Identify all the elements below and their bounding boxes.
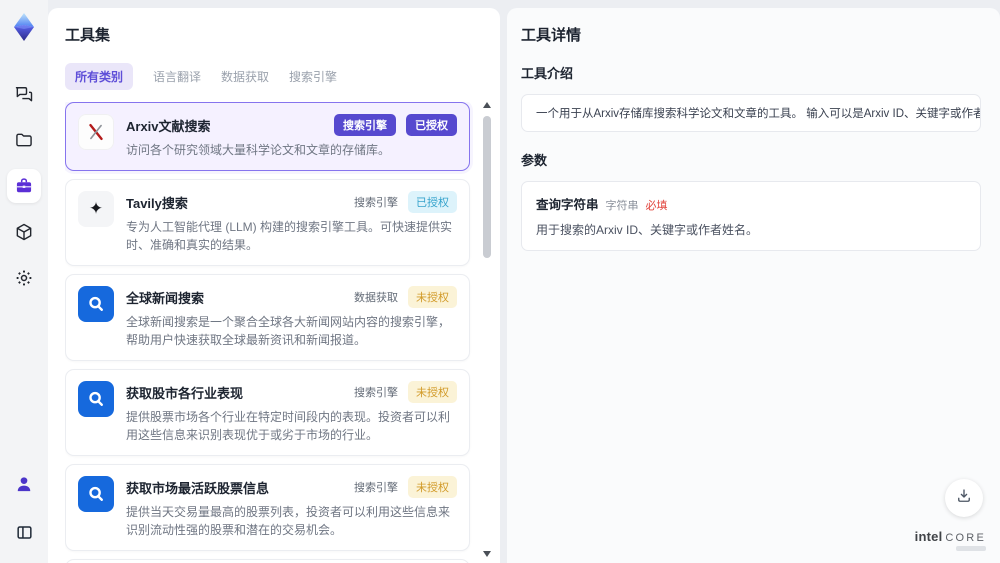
tab-search-engine[interactable]: 搜索引擎 bbox=[289, 63, 337, 90]
category-badge: 搜索引擎 bbox=[334, 114, 396, 136]
left-rail bbox=[0, 0, 48, 563]
auth-status-badge: 已授权 bbox=[406, 114, 457, 136]
tab-data-fetch[interactable]: 数据获取 bbox=[221, 63, 269, 90]
panel-toggle-icon bbox=[15, 523, 34, 542]
search-app-icon bbox=[78, 381, 114, 417]
auth-status-badge: 已授权 bbox=[408, 191, 457, 213]
brand-subscript bbox=[956, 546, 986, 551]
tool-name: 获取市场最活跃股票信息 bbox=[126, 480, 270, 496]
account-avatar[interactable] bbox=[7, 467, 41, 501]
tool-name: 获取股市各行业表现 bbox=[126, 385, 244, 401]
tool-description: 全球新闻搜索是一个聚合全球各大新闻网站内容的搜索引擎，帮助用户快速获取全球最新资… bbox=[126, 315, 451, 347]
tools-panel: 工具集 所有类别 语言翻译 数据获取 搜索引擎 Arxiv文献搜索 搜索引擎 已… bbox=[48, 8, 500, 563]
sidebar-item-settings[interactable] bbox=[7, 261, 41, 295]
scroll-down-arrow-icon[interactable] bbox=[483, 551, 491, 557]
brand-intel-text: intel bbox=[914, 529, 943, 544]
tool-description: 提供股票市场各个行业在特定时间段内的表现。投资者可以利用这些信息来识别表现优于或… bbox=[126, 410, 451, 442]
tool-list: Arxiv文献搜索 搜索引擎 已授权 访问各个研究领域大量科学论文和文章的存储库… bbox=[65, 102, 500, 563]
main-area: 工具集 所有类别 语言翻译 数据获取 搜索引擎 Arxiv文献搜索 搜索引擎 已… bbox=[48, 8, 1000, 563]
params-heading: 参数 bbox=[521, 153, 548, 168]
chat-icon bbox=[14, 84, 34, 104]
scrollbar-thumb[interactable] bbox=[483, 116, 491, 258]
category-badge: 数据获取 bbox=[354, 292, 398, 304]
gear-icon bbox=[14, 268, 34, 288]
category-badge: 搜索引擎 bbox=[354, 197, 398, 209]
auth-status-badge: 未授权 bbox=[408, 286, 457, 308]
tab-all-categories[interactable]: 所有类别 bbox=[65, 63, 134, 90]
param-item: 查询字符串 字符串 必填 用于搜索的Arxiv ID、关键字或作者姓名。 bbox=[521, 181, 981, 251]
tool-description: 提供当天交易量最高的股票列表，投资者可以利用这些信息来识别流动性强的股票和潜在的… bbox=[126, 505, 451, 537]
tool-name: Arxiv文献搜索 bbox=[126, 118, 211, 134]
brand-core-text: CORE bbox=[945, 532, 986, 544]
category-badge: 搜索引擎 bbox=[354, 482, 398, 494]
folder-icon bbox=[14, 130, 34, 150]
category-badge: 搜索引擎 bbox=[354, 387, 398, 399]
search-app-icon bbox=[78, 286, 114, 322]
rail-nav bbox=[7, 77, 41, 295]
tool-list-scrollbar[interactable] bbox=[481, 100, 493, 559]
cube-icon bbox=[14, 222, 34, 242]
tool-card-most-active-stocks[interactable]: 获取市场最活跃股票信息 搜索引擎 未授权 提供当天交易量最高的股票列表，投资者可… bbox=[65, 464, 470, 551]
tool-description: 访问各个研究领域大量科学论文和文章的存储库。 bbox=[126, 143, 391, 157]
download-icon bbox=[955, 487, 973, 510]
param-type: 字符串 bbox=[605, 200, 639, 212]
app-logo-icon[interactable] bbox=[6, 9, 42, 45]
auth-status-badge: 未授权 bbox=[408, 476, 457, 498]
tool-card-tavily[interactable]: ✦ Tavily搜索 搜索引擎 已授权 专为人工智能代理 (LLM) 构建的搜索… bbox=[65, 179, 470, 266]
intro-section: 工具介绍 一个用于从Arxiv存储库搜索科学论文和文章的工具。 输入可以是Arx… bbox=[521, 63, 981, 132]
toolbox-icon bbox=[14, 176, 34, 196]
intro-text-box: 一个用于从Arxiv存储库搜索科学论文和文章的工具。 输入可以是Arxiv ID… bbox=[521, 94, 981, 132]
search-app-icon bbox=[78, 476, 114, 512]
intro-heading: 工具介绍 bbox=[521, 66, 574, 81]
tools-panel-title: 工具集 bbox=[65, 27, 111, 44]
details-panel-title: 工具详情 bbox=[521, 27, 582, 44]
arxiv-logo-icon bbox=[78, 114, 114, 150]
user-icon bbox=[14, 474, 34, 494]
tool-card-sector-performance[interactable]: 获取股市各行业表现 搜索引擎 未授权 提供股票市场各个行业在特定时间段内的表现。… bbox=[65, 369, 470, 456]
tool-name: 全球新闻搜索 bbox=[126, 290, 205, 306]
tool-card-global-news[interactable]: 全球新闻搜索 数据获取 未授权 全球新闻搜索是一个聚合全球各大新闻网站内容的搜索… bbox=[65, 274, 470, 361]
param-required-badge: 必填 bbox=[645, 200, 668, 212]
panel-toggle-button[interactable] bbox=[7, 515, 41, 549]
tool-card-arxiv[interactable]: Arxiv文献搜索 搜索引擎 已授权 访问各个研究领域大量科学论文和文章的存储库… bbox=[65, 102, 470, 171]
tool-description: 专为人工智能代理 (LLM) 构建的搜索引擎工具。可快速提供实时、准确和真实的结… bbox=[126, 220, 453, 252]
category-tabs: 所有类别 语言翻译 数据获取 搜索引擎 bbox=[65, 63, 500, 90]
scroll-up-arrow-icon[interactable] bbox=[483, 102, 491, 108]
tool-name: Tavily搜索 bbox=[126, 195, 188, 211]
intel-core-logo: intel CORE bbox=[915, 529, 986, 551]
params-section: 参数 查询字符串 字符串 必填 用于搜索的Arxiv ID、关键字或作者姓名。 bbox=[521, 150, 981, 251]
tool-details-panel: 工具详情 工具介绍 一个用于从Arxiv存储库搜索科学论文和文章的工具。 输入可… bbox=[507, 8, 1000, 563]
tab-language-translation[interactable]: 语言翻译 bbox=[153, 63, 201, 90]
sidebar-item-files[interactable] bbox=[7, 123, 41, 157]
sparkle-icon: ✦ bbox=[78, 191, 114, 227]
param-name: 查询字符串 bbox=[536, 198, 599, 212]
tool-card-regional-news[interactable]: 万维地区新闻查询 搜索引擎 未授权 查询具体行政区划内的新闻，快速了解各地新闻动 bbox=[65, 559, 470, 563]
download-button[interactable] bbox=[945, 479, 983, 517]
sidebar-item-chat[interactable] bbox=[7, 77, 41, 111]
sidebar-item-plugins[interactable] bbox=[7, 215, 41, 249]
param-description: 用于搜索的Arxiv ID、关键字或作者姓名。 bbox=[536, 223, 759, 237]
rail-bottom bbox=[0, 467, 48, 549]
auth-status-badge: 未授权 bbox=[408, 381, 457, 403]
sidebar-item-toolbox[interactable] bbox=[7, 169, 41, 203]
